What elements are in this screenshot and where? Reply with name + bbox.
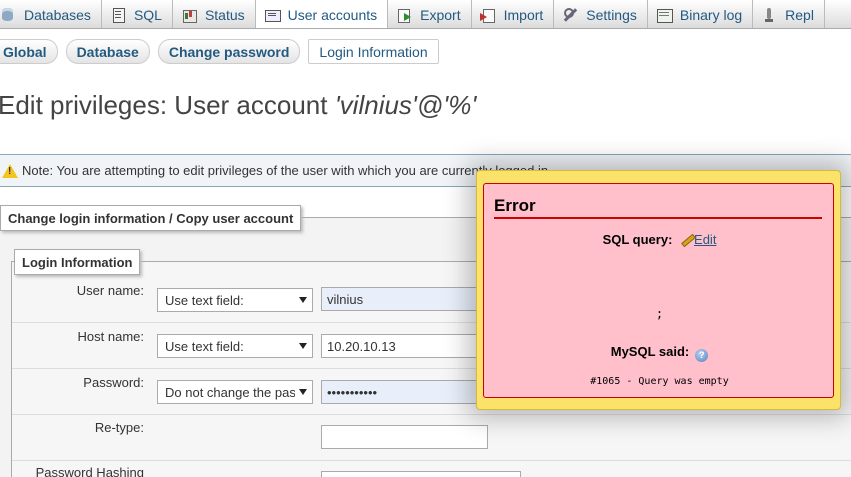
password-hashing-select[interactable]: [321, 471, 521, 477]
error-box: Error SQL query: Edit ; MySQL said:? #10…: [483, 183, 834, 398]
mysql-said-row: MySQL said:?: [484, 344, 835, 362]
edit-query-link[interactable]: Edit: [680, 232, 716, 247]
binary-log-icon: [656, 7, 673, 23]
tab-settings[interactable]: Settings: [554, 0, 648, 28]
host-name-type-select[interactable]: Use text field:: [157, 334, 313, 358]
subtab-global[interactable]: Global: [0, 39, 58, 64]
subtab-change-password[interactable]: Change password: [157, 39, 301, 64]
tab-import[interactable]: Import: [472, 0, 555, 28]
user-name-type-select[interactable]: Use text field:: [157, 288, 313, 312]
user-name-label: User name:: [76, 283, 144, 298]
error-message: #1065 - Query was empty: [590, 376, 729, 387]
dropdown-arrow-icon: [299, 343, 307, 349]
sub-tabs: Global Database Change password Login In…: [0, 39, 447, 65]
tab-binary-log[interactable]: Binary log: [648, 0, 754, 28]
top-menu: Databases SQL Status User accounts Expor…: [0, 0, 851, 29]
login-information-legend: Login Information: [14, 249, 141, 275]
warning-icon: [2, 163, 18, 178]
notice-text: Note: You are attempting to edit privile…: [22, 163, 552, 178]
change-login-legend: Change login information / Copy user acc…: [0, 205, 302, 231]
password-label: Password:: [83, 375, 144, 390]
sql-icon: [110, 7, 126, 23]
error-title: Error: [494, 196, 536, 215]
status-icon: [181, 7, 197, 23]
tab-user-accounts[interactable]: User accounts: [255, 0, 389, 28]
user-account-name: 'vilnius'@'%': [334, 90, 477, 120]
password-hashing-row: Password Hashing: [12, 461, 851, 477]
help-icon[interactable]: ?: [695, 349, 709, 362]
database-icon: [0, 7, 16, 23]
sql-query-row: SQL query: Edit: [484, 232, 835, 247]
password-change-select[interactable]: Do not change the password: [157, 380, 313, 404]
tab-export[interactable]: Export: [388, 0, 472, 28]
page-title: Edit privileges: User account 'vilnius'@…: [0, 90, 477, 120]
subtab-login-information[interactable]: Login Information: [308, 39, 439, 64]
dropdown-arrow-icon: [299, 297, 307, 303]
error-title-underline: [494, 217, 822, 219]
user-name-input[interactable]: vilnius: [321, 287, 488, 311]
sql-query-label: SQL query:: [602, 232, 673, 247]
retype-row: Re-type:: [12, 415, 851, 461]
tab-replication[interactable]: Repl: [753, 0, 825, 28]
replication-icon: [761, 7, 777, 23]
host-name-label: Host name:: [77, 329, 144, 344]
export-icon: [396, 7, 412, 23]
tab-sql[interactable]: SQL: [102, 0, 173, 28]
subtab-database[interactable]: Database: [65, 39, 150, 64]
password-input[interactable]: •••••••••••: [321, 380, 488, 404]
user-accounts-icon: [264, 7, 281, 23]
dropdown-arrow-icon: [299, 389, 307, 395]
retype-label: Re-type:: [94, 420, 144, 435]
tab-databases[interactable]: Databases: [0, 0, 102, 28]
password-hashing-label: Password Hashing: [35, 465, 144, 477]
tab-status[interactable]: Status: [173, 0, 256, 28]
wrench-icon: [562, 7, 578, 23]
sql-query-text: ;: [655, 307, 664, 321]
import-icon: [479, 7, 496, 23]
host-name-input[interactable]: 10.20.10.13: [321, 334, 488, 358]
pencil-icon: [680, 233, 694, 245]
mysql-said-label: MySQL said:: [610, 344, 690, 359]
retype-password-input[interactable]: [321, 425, 488, 449]
